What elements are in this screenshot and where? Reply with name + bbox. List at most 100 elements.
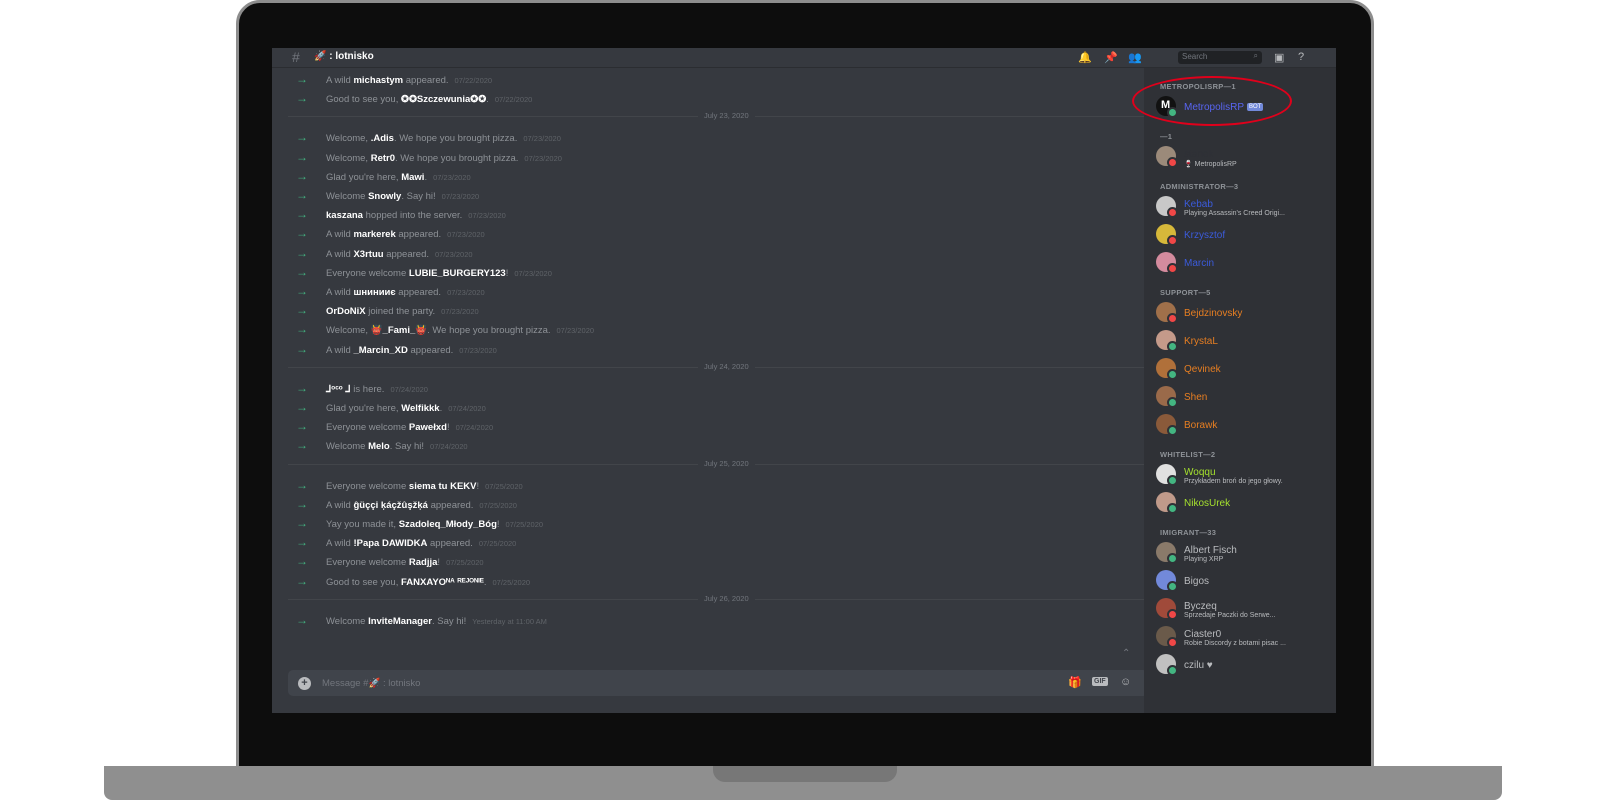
message-suffix: . We hope you brought pizza.	[427, 325, 551, 337]
timestamp: 07/25/2020	[492, 577, 531, 587]
avatar	[1156, 542, 1178, 564]
message-suffix: .	[439, 403, 443, 414]
timestamp: 07/22/2020	[494, 95, 533, 105]
username[interactable]: OrDoNiX	[326, 306, 366, 317]
add-icon[interactable]: +	[298, 677, 311, 690]
username[interactable]: 👹_Fami_👹	[371, 325, 427, 336]
emoji-icon[interactable]: ☺	[1120, 676, 1131, 688]
avatar	[1156, 302, 1178, 324]
member-item[interactable]: NikosUrek	[1156, 492, 1332, 516]
username[interactable]: markerek	[353, 229, 395, 240]
member-item[interactable]: Albert Fisch Playing XRP	[1156, 542, 1332, 566]
message-prefix: A wild	[326, 344, 354, 356]
inbox-icon[interactable]: ▣	[1274, 51, 1284, 64]
username[interactable]: .Adis	[371, 133, 394, 144]
help-icon[interactable]: ?	[1298, 51, 1304, 63]
username[interactable]: Pawełxd	[409, 422, 447, 433]
username[interactable]: Retr0	[371, 153, 395, 164]
arrow-icon: →	[296, 168, 308, 183]
message-text: Everyone welcome Pawełxd! 07/24/2020	[326, 422, 493, 433]
message-suffix: joined the party.	[365, 306, 436, 318]
member-name: Bigos	[1184, 576, 1210, 587]
member-item[interactable]: czilu ♥	[1156, 654, 1332, 678]
message-prefix: Welcome,	[326, 133, 371, 145]
pin-icon[interactable]: 📌	[1104, 51, 1118, 64]
username[interactable]: X3rtuu	[353, 249, 383, 260]
member-item[interactable]: Byczeq Sprzedaje Paczki do Serwe...	[1156, 598, 1332, 622]
arrow-icon: →	[296, 573, 308, 588]
member-item[interactable]: Shen	[1156, 386, 1332, 410]
member-item[interactable]: Woqqu Przykładem broń do jego głowy.	[1156, 464, 1332, 488]
username[interactable]: Welfikkk	[401, 403, 439, 414]
member-item[interactable]: Borawk	[1156, 414, 1332, 438]
username[interactable]: michastym	[353, 75, 403, 86]
message-suffix: . Say hi!	[401, 191, 436, 202]
username[interactable]: LUBIE_BURGERY123	[409, 268, 506, 279]
username[interactable]: Snowly	[368, 191, 401, 202]
message-prefix: Welcome	[326, 191, 369, 202]
member-item[interactable]: Bigos	[1156, 570, 1332, 594]
status-indicator	[1167, 503, 1178, 514]
message-suffix: !	[505, 267, 509, 279]
username[interactable]: Szadoleq_Młody_Bóg	[399, 519, 497, 530]
member-group-header: SUPPORT—5	[1160, 288, 1211, 297]
timestamp: 07/25/2020	[479, 500, 517, 510]
message-suffix: .	[424, 171, 428, 183]
arrow-icon: →	[296, 341, 308, 356]
arrow-icon: →	[296, 438, 308, 453]
member-name: KrystaL	[1184, 336, 1218, 347]
username[interactable]: Melo	[368, 441, 390, 452]
message-composer[interactable]: + Message #🚀 : lotnisko 🎁 GIF ☺	[288, 670, 1148, 696]
username[interactable]: ĝüççi ķáçžûşžķá	[353, 500, 427, 511]
member-item[interactable]: Bejdzinovsky	[1156, 302, 1332, 326]
member-item[interactable]: stanek 🍷 MetropolisRP	[1156, 146, 1332, 170]
member-item[interactable]: Krzysztof	[1156, 224, 1332, 248]
member-item[interactable]: Ciaster0 Robie Discordy z botami pisac ..…	[1156, 626, 1332, 650]
username[interactable]: siema tu KEKV	[409, 481, 477, 492]
message-text: Welcome, Retr0. We hope you brought pizz…	[326, 153, 562, 164]
timestamp: 07/23/2020	[447, 230, 485, 240]
message-prefix: Everyone welcome	[326, 557, 409, 569]
message-text: Welcome, 👹_Fami_👹. We hope you brought p…	[326, 325, 594, 336]
channel-name: 🚀 : lotnisko	[314, 51, 374, 62]
member-item[interactable]: Kebab Playing Assassin's Creed Origi...	[1156, 196, 1332, 220]
arrow-icon: →	[296, 419, 308, 434]
username[interactable]: FANXAYOᴺᴬ ᴿᴱᴶᴼᴺᴵᴱ	[401, 577, 484, 588]
username[interactable]: ✪✪Szczewunia✪✪	[401, 94, 486, 105]
message-text: Good to see you, ✪✪Szczewunia✪✪. 07/22/20…	[326, 94, 532, 105]
message-suffix: . Say hi!	[389, 441, 425, 453]
date-divider-label: July 24, 2020	[698, 361, 755, 371]
gif-button[interactable]: GIF	[1092, 677, 1108, 686]
search-input[interactable]: Search ⌕	[1178, 51, 1262, 64]
gift-icon[interactable]: 🎁	[1068, 676, 1082, 689]
username[interactable]: _Marcin_XD	[353, 345, 407, 356]
username[interactable]: kaszana	[326, 210, 363, 221]
arrow-icon: →	[296, 612, 308, 627]
message-suffix: appeared.	[395, 287, 442, 298]
members-icon[interactable]: 👥	[1128, 51, 1142, 64]
chevron-up-icon[interactable]: ⌃	[1122, 648, 1130, 659]
bell-icon[interactable]: 🔔	[1078, 51, 1092, 64]
message-text: A wild markerek appeared. 07/23/2020	[326, 229, 485, 240]
username[interactable]: ⅃ᵒᶜᵒ ⅃	[326, 384, 351, 395]
member-item[interactable]: Marcin	[1156, 252, 1332, 276]
avatar	[1156, 330, 1178, 352]
timestamp: 07/23/2020	[459, 345, 497, 355]
username[interactable]: !Papa DAWIDKA	[353, 538, 427, 549]
message-suffix: !	[476, 480, 480, 492]
status-indicator	[1167, 207, 1178, 218]
arrow-icon: →	[296, 149, 308, 164]
member-activity: 🍷 MetropolisRP	[1184, 161, 1237, 168]
member-item[interactable]: Qevinek	[1156, 358, 1332, 382]
arrow-icon: →	[296, 322, 308, 337]
member-name: Byczeq	[1184, 601, 1217, 612]
member-item[interactable]: KrystaL	[1156, 330, 1332, 354]
message-prefix: Glad you're here,	[326, 171, 402, 183]
timestamp: 07/23/2020	[524, 153, 562, 163]
username[interactable]: InviteManager	[368, 616, 432, 627]
username[interactable]: шнинииє	[353, 287, 395, 298]
laptop-notch	[713, 766, 897, 782]
timestamp: 07/25/2020	[446, 558, 484, 568]
username[interactable]: Mawi	[401, 172, 424, 183]
username[interactable]: Radjja	[409, 557, 438, 568]
